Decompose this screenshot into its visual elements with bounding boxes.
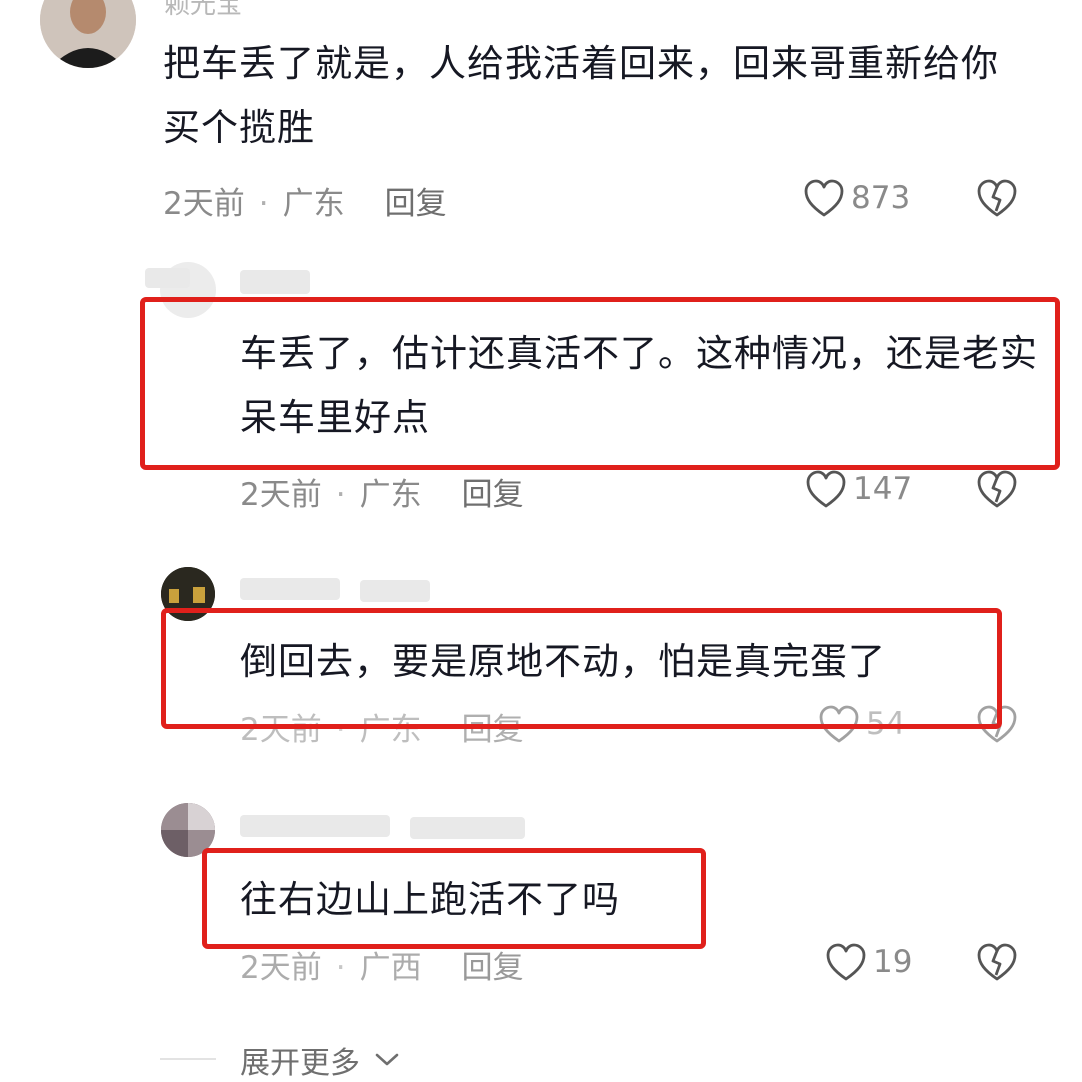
comment-meta: 2天前 · 广东 回复 xyxy=(240,469,524,514)
comment-location: 广东 xyxy=(359,477,422,513)
reply-button[interactable]: 回复 xyxy=(385,186,447,222)
comment-meta: 2天前 · 广西 回复 xyxy=(240,942,524,987)
like-count: 147 xyxy=(853,471,913,507)
highlight-box xyxy=(202,848,706,949)
comment-location: 广西 xyxy=(359,950,422,986)
username-blurred xyxy=(240,578,340,600)
like-button[interactable]: 19 xyxy=(825,942,912,982)
username-blurred xyxy=(145,268,190,288)
comment-time: 2天前 xyxy=(240,477,322,513)
heart-icon xyxy=(826,943,866,981)
comment-time: 2天前 xyxy=(240,950,322,986)
heart-icon xyxy=(804,179,844,217)
avatar[interactable] xyxy=(40,0,136,68)
username-blurred xyxy=(240,815,390,837)
broken-heart-icon[interactable] xyxy=(976,942,1018,982)
chevron-down-icon xyxy=(375,1053,399,1066)
expand-more-button[interactable]: 展开更多 xyxy=(240,1038,400,1082)
broken-heart-icon[interactable] xyxy=(976,178,1018,218)
separator-dot: · xyxy=(335,950,346,986)
expand-more-label: 展开更多 xyxy=(240,1046,360,1081)
heart-icon xyxy=(806,470,846,508)
like-count: 873 xyxy=(851,180,911,216)
username-blurred xyxy=(360,580,430,602)
highlight-box xyxy=(161,608,1002,729)
reply-button[interactable]: 回复 xyxy=(462,477,524,513)
broken-heart-icon[interactable] xyxy=(976,469,1018,509)
username[interactable]: 赖光宝 xyxy=(164,0,242,21)
like-button[interactable]: 147 xyxy=(805,469,912,509)
like-count: 19 xyxy=(873,944,913,980)
username-blurred xyxy=(240,270,310,294)
username-blurred xyxy=(410,817,525,839)
comment-time: 2天前 xyxy=(163,186,245,222)
separator-dot: · xyxy=(335,477,346,513)
reply-button[interactable]: 回复 xyxy=(462,950,524,986)
like-button[interactable]: 873 xyxy=(803,178,910,218)
separator-dot: · xyxy=(258,186,269,222)
divider-line xyxy=(160,1058,216,1060)
comment-meta: 2天前 · 广东 回复 xyxy=(163,178,447,223)
comment-location: 广东 xyxy=(282,186,345,222)
comment-text: 把车丢了就是，人给我活着回来，回来哥重新给你买个揽胜 xyxy=(163,42,999,149)
highlight-box xyxy=(140,297,1060,470)
